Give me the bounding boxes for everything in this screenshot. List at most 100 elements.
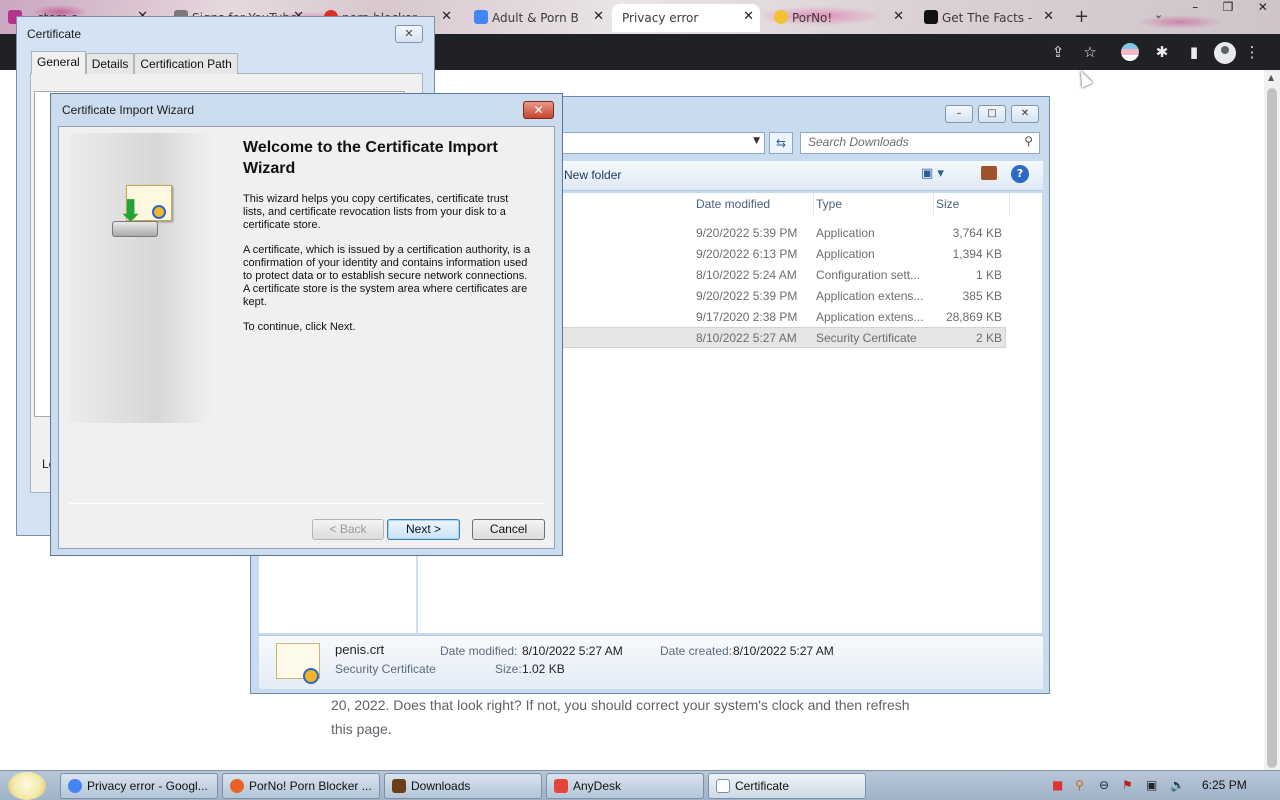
scroll-up-icon[interactable]: ▲: [1268, 73, 1274, 82]
refresh-button[interactable]: ⇆: [769, 132, 793, 154]
row-size: 3,764 KB: [952, 226, 1002, 240]
next-button[interactable]: Next >: [387, 519, 460, 540]
profile-flag-icon[interactable]: [1121, 43, 1139, 61]
anydesk-tray-icon[interactable]: ■: [1052, 778, 1063, 792]
certificate-import-wizard: Certificate Import Wizard ✕ ⬇ Welcome to…: [50, 93, 563, 556]
close-icon[interactable]: ✕: [743, 9, 754, 24]
search-icon[interactable]: ⚲: [1024, 134, 1033, 148]
wizard-paragraph: To continue, click Next.: [243, 321, 356, 333]
row-size: 2 KB: [975, 331, 1002, 345]
row-date: 9/20/2022 6:13 PM: [696, 247, 798, 261]
new-folder-button[interactable]: New folder: [564, 168, 621, 182]
tab-label: Get The Facts -: [942, 11, 1033, 25]
page-scrollbar[interactable]: ▲ ▼: [1264, 70, 1280, 770]
taskbar-item-chrome[interactable]: Privacy error - Googl...: [60, 773, 218, 799]
star-icon[interactable]: ☆: [1080, 42, 1100, 62]
firefox-icon: [230, 779, 244, 793]
heart-icon: [774, 10, 788, 24]
network-icon[interactable]: ▣: [1146, 778, 1157, 792]
row-date: 8/10/2022 5:24 AM: [696, 268, 797, 282]
start-button[interactable]: [8, 772, 46, 800]
certificate-icon: [716, 779, 730, 793]
minimize-button[interactable]: –: [945, 105, 973, 123]
tab-details[interactable]: Details: [85, 53, 135, 74]
cancel-button[interactable]: Cancel: [472, 519, 545, 540]
minimize-icon[interactable]: –: [1192, 0, 1198, 18]
details-filename: penis.crt: [335, 642, 385, 657]
clock[interactable]: 6:25 PM: [1202, 778, 1247, 792]
column-header-size[interactable]: Size: [936, 193, 1010, 215]
browser-tab[interactable]: PorNo! ✕: [770, 4, 910, 32]
wizard-paragraph: This wizard helps you copy certificates,…: [243, 193, 509, 231]
minus-tray-icon[interactable]: ⊖: [1099, 778, 1109, 792]
close-button[interactable]: ✕: [1011, 105, 1039, 123]
browser-tab[interactable]: Adult & Porn B ✕: [470, 4, 610, 32]
close-button[interactable]: ✕: [395, 25, 423, 43]
row-type: Security Certificate: [816, 331, 917, 345]
menu-icon[interactable]: ⋮: [1242, 42, 1262, 62]
tab-certification-path[interactable]: Certification Path: [134, 53, 238, 74]
wizard-paragraph: A certificate, which is issued by a cert…: [243, 244, 531, 308]
chevron-down-icon[interactable]: ⌄: [1154, 8, 1163, 21]
close-button[interactable]: ✕: [523, 101, 554, 119]
taskbar: Privacy error - Googl... PorNo! Porn Blo…: [0, 770, 1280, 800]
row-size: 1,394 KB: [952, 247, 1002, 261]
taskbar-item-certificate[interactable]: Certificate: [708, 773, 866, 799]
chevron-down-icon[interactable]: ▼: [753, 136, 760, 146]
flag-icon[interactable]: ⚑: [1122, 778, 1133, 792]
details-date-created: 8/10/2022 5:27 AM: [733, 644, 834, 658]
tab-general[interactable]: General: [31, 51, 86, 74]
certificate-icon: [276, 643, 320, 684]
preview-pane-icon[interactable]: [981, 166, 997, 180]
wizard-title: Certificate Import Wizard: [62, 103, 195, 117]
taskbar-item-firefox[interactable]: PorNo! Porn Blocker ...: [222, 773, 380, 799]
column-header-date[interactable]: Date modified: [696, 193, 814, 215]
row-date: 9/20/2022 5:39 PM: [696, 226, 798, 240]
certificate-import-icon: ⬇: [112, 185, 172, 241]
help-icon[interactable]: ?: [1011, 165, 1029, 183]
scrollbar-thumb[interactable]: [1267, 88, 1277, 768]
browser-tab-active[interactable]: Privacy error ✕: [612, 4, 760, 32]
privacy-error-text: 20, 2022. Does that look right? If not, …: [331, 697, 910, 737]
details-pane: penis.crt Security Certificate Date modi…: [259, 635, 1043, 689]
details-filetype: Security Certificate: [335, 662, 436, 676]
volume-icon[interactable]: 🔈: [1170, 778, 1185, 792]
maximize-button[interactable]: □: [978, 105, 1006, 123]
taskbar-item-anydesk[interactable]: AnyDesk: [546, 773, 704, 799]
row-size: 28,869 KB: [945, 310, 1002, 324]
dialog-tabs: General Details Certification Path: [31, 51, 238, 74]
anydesk-icon: [554, 779, 568, 793]
close-icon[interactable]: ✕: [1258, 0, 1268, 18]
browser-tab[interactable]: Get The Facts - ✕: [920, 4, 1060, 32]
row-type: Configuration sett...: [816, 268, 921, 282]
close-icon[interactable]: ✕: [1043, 9, 1054, 24]
avatar[interactable]: [1214, 42, 1236, 64]
divider: [69, 503, 545, 504]
close-icon[interactable]: ✕: [593, 9, 604, 24]
column-header-type[interactable]: Type: [816, 193, 934, 215]
tab-label: Privacy error: [622, 11, 699, 25]
details-label: Date modified:: [440, 644, 518, 658]
tab-favicon: [474, 10, 488, 24]
taskbar-item-label: AnyDesk: [573, 779, 622, 793]
row-type: Application: [816, 247, 875, 261]
restore-icon[interactable]: ❐: [1223, 0, 1234, 18]
new-tab-icon[interactable]: +: [1074, 6, 1089, 27]
views-icon[interactable]: ▣ ▾: [921, 166, 944, 181]
row-type: Application extens...: [816, 310, 924, 324]
extensions-icon[interactable]: ✱: [1152, 42, 1172, 62]
search-tray-icon[interactable]: ⚲: [1075, 778, 1084, 792]
close-icon[interactable]: ✕: [893, 9, 904, 24]
dialog-title: Certificate: [27, 27, 82, 41]
download-arrow-icon: ⬇: [118, 194, 144, 229]
taskbar-item-downloads[interactable]: Downloads: [384, 773, 542, 799]
row-type: Application: [816, 226, 875, 240]
share-icon[interactable]: ⇪: [1048, 42, 1068, 62]
back-button[interactable]: < Back: [312, 519, 384, 540]
row-size: 385 KB: [962, 289, 1002, 303]
row-size: 1 KB: [975, 268, 1002, 282]
search-input[interactable]: Search Downloads ⚲: [800, 132, 1040, 154]
side-panel-icon[interactable]: ▮: [1184, 42, 1204, 62]
close-icon[interactable]: ✕: [441, 9, 452, 24]
details-date-modified: 8/10/2022 5:27 AM: [522, 644, 623, 658]
